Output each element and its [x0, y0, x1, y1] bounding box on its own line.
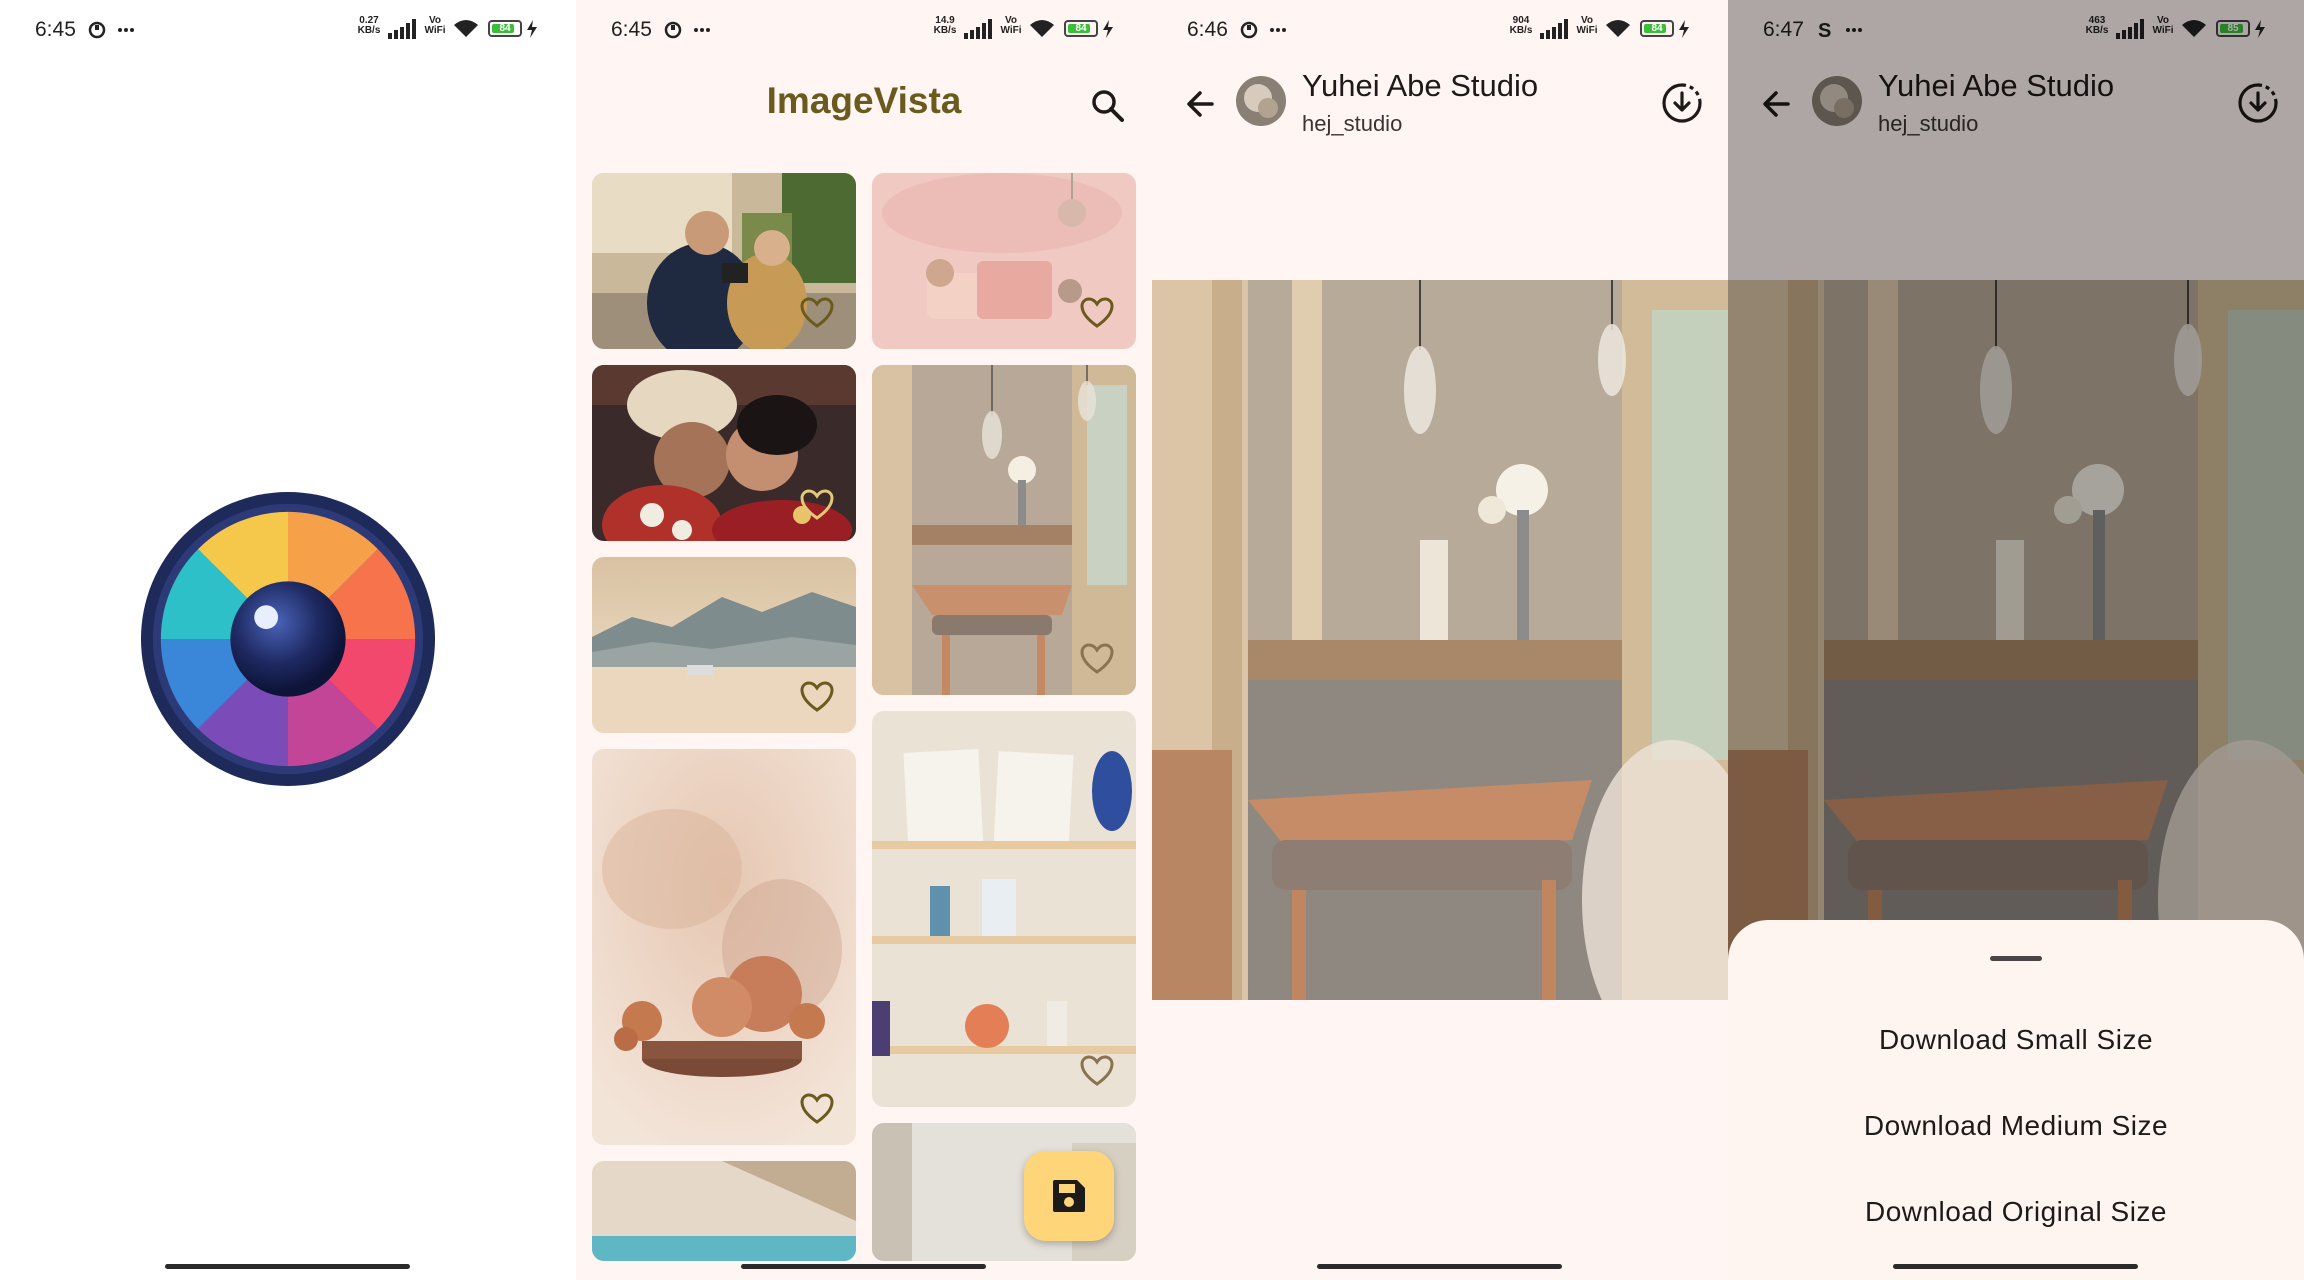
favorite-heart-icon[interactable] — [1080, 643, 1114, 675]
notification-icons — [1240, 21, 1286, 39]
avatar[interactable] — [1236, 76, 1286, 126]
net-speed-unit: KB/s — [933, 25, 957, 36]
net-speed-unit: KB/s — [1509, 25, 1533, 36]
download-icon[interactable] — [1660, 81, 1704, 125]
status-bar: 6:45 0.27 KB/s Vo WiFi 84 — [0, 0, 576, 60]
notification-icons — [664, 21, 710, 39]
home-indicator[interactable] — [1893, 1264, 2138, 1269]
image-tile[interactable] — [592, 749, 856, 1145]
download-options-screen: 6:47 S 463 KB/s Vo WiFi 85 Yuhei Abe Stu… — [1728, 0, 2304, 1280]
image-tile[interactable] — [872, 365, 1136, 695]
photo-shelves-posters — [872, 711, 1136, 1107]
status-time: 6:45 — [611, 18, 652, 41]
image-tile[interactable] — [592, 173, 856, 349]
back-arrow-icon[interactable] — [1182, 84, 1222, 124]
sheet-drag-handle[interactable] — [1990, 956, 2042, 961]
image-tile[interactable] — [592, 1161, 856, 1261]
status-time: 6:45 — [35, 18, 76, 41]
photo-detail-screen: 6:46 904 KB/s Vo WiFi 84 Yuhei Abe Studi… — [1152, 0, 1728, 1280]
status-right: 904 KB/s Vo WiFi 84 — [1506, 14, 1706, 48]
net-speed-unit: KB/s — [357, 25, 381, 36]
charging-icon — [527, 20, 537, 38]
app-title: ImageVista — [766, 80, 962, 121]
home-indicator[interactable] — [1317, 1264, 1562, 1269]
download-medium-option[interactable]: Download Medium Size — [1728, 1110, 2304, 1142]
home-indicator[interactable] — [165, 1264, 410, 1269]
home-indicator[interactable] — [741, 1264, 986, 1269]
favorite-heart-icon[interactable] — [800, 681, 834, 713]
favorite-heart-icon[interactable] — [800, 297, 834, 329]
photo-pool — [592, 1161, 856, 1261]
photo-cafe-chairs-full — [1152, 280, 1728, 1000]
battery-icon: 84 — [1640, 20, 1674, 37]
favorite-heart-icon[interactable] — [1080, 297, 1114, 329]
search-icon[interactable] — [1086, 84, 1130, 128]
wifi-label: WiFi — [424, 25, 446, 36]
download-small-option[interactable]: Download Small Size — [1728, 1024, 2304, 1056]
favorite-heart-icon[interactable] — [800, 489, 834, 521]
photo-pumpkins — [592, 749, 856, 1145]
download-original-option[interactable]: Download Original Size — [1728, 1196, 2304, 1228]
battery-icon: 84 — [1064, 20, 1098, 37]
status-bar: 6:46 904 KB/s Vo WiFi 84 — [1152, 0, 1728, 60]
app-logo-icon — [140, 491, 436, 787]
charging-icon — [1679, 20, 1689, 38]
wifi-label: WiFi — [1576, 25, 1598, 36]
home-screen: 6:45 14.9 KB/s Vo WiFi 84 ImageVista — [576, 0, 1152, 1280]
favorite-heart-icon[interactable] — [800, 1093, 834, 1125]
signal-icon — [388, 19, 416, 39]
author-name[interactable]: Yuhei Abe Studio — [1302, 68, 1538, 104]
save-icon — [1053, 1180, 1085, 1212]
battery-icon: 84 — [488, 20, 522, 37]
image-tile[interactable] — [592, 365, 856, 541]
favorite-heart-icon[interactable] — [1080, 1055, 1114, 1087]
wifi-label: WiFi — [1000, 25, 1022, 36]
notification-icons — [88, 21, 134, 39]
author-username[interactable]: hej_studio — [1302, 111, 1402, 137]
image-tile[interactable] — [872, 711, 1136, 1107]
status-bar: 6:45 14.9 KB/s Vo WiFi 84 — [576, 0, 1152, 60]
wifi-icon — [1606, 20, 1630, 37]
status-time: 6:46 — [1187, 18, 1228, 41]
status-right: 0.27 KB/s Vo WiFi 84 — [354, 14, 554, 48]
status-right: 14.9 KB/s Vo WiFi 84 — [930, 14, 1130, 48]
wifi-icon — [454, 20, 478, 37]
wifi-icon — [1030, 20, 1054, 37]
splash-screen: 6:45 0.27 KB/s Vo WiFi 84 — [0, 0, 576, 1280]
signal-icon — [1540, 19, 1568, 39]
image-tile[interactable] — [592, 557, 856, 733]
signal-icon — [964, 19, 992, 39]
download-bottom-sheet: Download Small Size Download Medium Size… — [1728, 920, 2304, 1280]
saved-fab-button[interactable] — [1024, 1151, 1114, 1241]
image-tile[interactable] — [872, 173, 1136, 349]
charging-icon — [1103, 20, 1113, 38]
